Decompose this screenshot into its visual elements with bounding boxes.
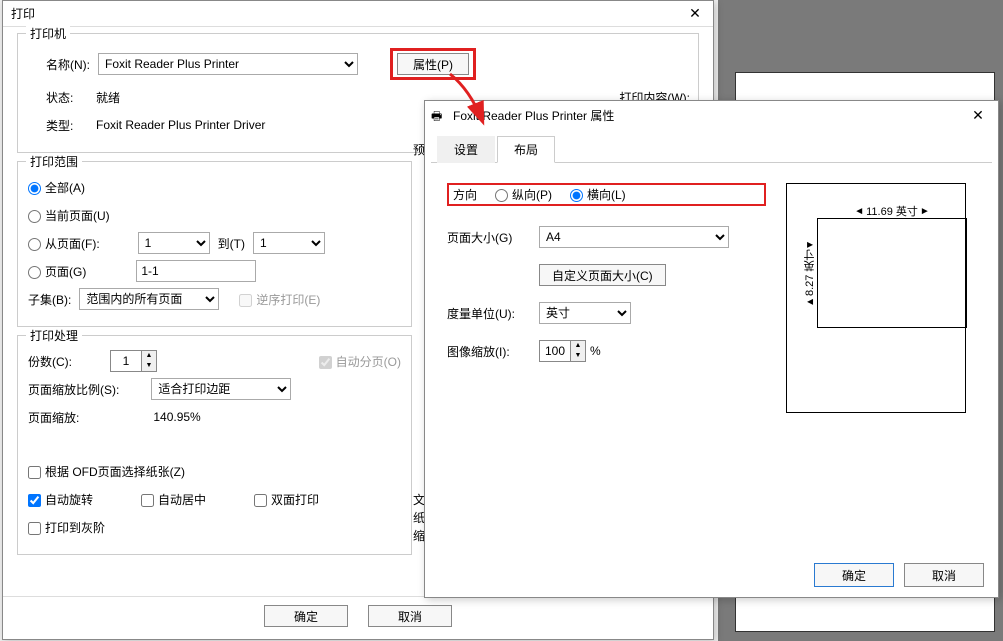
portrait-radio[interactable]: 纵向(P) (495, 186, 552, 203)
scale-label: 页面缩放比例(S): (28, 381, 119, 398)
to-page-select[interactable]: 1 (253, 232, 325, 254)
printer-icon: 🖶 (431, 107, 447, 123)
tab-layout[interactable]: 布局 (497, 136, 555, 163)
props-cancel-button[interactable]: 取消 (904, 563, 984, 587)
subset-select[interactable]: 范围内的所有页面 (79, 288, 219, 310)
range-group-title: 打印范围 (26, 153, 82, 170)
range-all[interactable]: 全部(A) (28, 179, 85, 196)
print-handling-group: 打印处理 份数(C): ▲▼ 自动分页(O) 页面缩放比例(S): 适合打印边距… (17, 335, 412, 555)
properties-button[interactable]: 属性(P) (397, 53, 469, 75)
print-range-group: 打印范围 全部(A) 当前页面(U) 从页面(F): 1 到(T) 1 页面(G… (17, 161, 412, 327)
print-close-button[interactable]: ✕ (681, 3, 709, 25)
props-ok-button[interactable]: 确定 (814, 563, 894, 587)
to-label: 到(T) (218, 235, 245, 252)
print-dialog-titlebar: 打印 ✕ (3, 1, 713, 27)
properties-dialog: 🖶 Foxit Reader Plus Printer 属性 ✕ 设置 布局 方… (424, 100, 999, 598)
from-page-select[interactable]: 1 (138, 232, 210, 254)
status-label: 状态: (46, 89, 88, 106)
handling-group-title: 打印处理 (26, 327, 82, 344)
type-value: Foxit Reader Plus Printer Driver (96, 118, 265, 132)
percent-label: % (590, 344, 601, 358)
pages-input[interactable] (136, 260, 256, 282)
props-tabs: 设置 布局 (431, 135, 992, 163)
zoom-value: 140.95% (153, 410, 200, 424)
printer-name-label: 名称(N): (46, 56, 90, 73)
auto-rotate-checkbox[interactable]: 自动旋转 (28, 491, 93, 508)
range-pages[interactable]: 页面(G) (28, 263, 86, 280)
ofd-paper-checkbox[interactable]: 根据 OFD页面选择纸张(Z) (28, 463, 185, 480)
unit-select[interactable]: 英寸 (539, 302, 631, 324)
print-ok-button[interactable]: 确定 (264, 605, 348, 627)
page-size-label: 页面大小(G) (447, 229, 535, 246)
props-title-text: Foxit Reader Plus Printer 属性 (453, 107, 614, 124)
print-dialog-title: 打印 (11, 5, 35, 22)
collate-checkbox[interactable]: 自动分页(O) (319, 353, 401, 370)
page-preview: ◄11.69 英寸► ►8.27 英寸◄ (786, 183, 966, 413)
props-close-button[interactable]: ✕ (964, 104, 992, 126)
reverse-checkbox[interactable]: 逆序打印(E) (239, 291, 320, 308)
custom-size-button[interactable]: 自定义页面大小(C) (539, 264, 666, 286)
copies-spinner[interactable]: ▲▼ (110, 350, 157, 372)
width-dimension: ◄11.69 英寸► (818, 203, 966, 219)
image-scale-label: 图像缩放(I): (447, 343, 535, 360)
print-gray-checkbox[interactable]: 打印到灰阶 (28, 519, 105, 536)
range-current[interactable]: 当前页面(U) (28, 207, 110, 224)
type-label: 类型: (46, 117, 88, 134)
copies-input[interactable] (111, 351, 141, 371)
copies-label: 份数(C): (28, 353, 72, 370)
status-value: 就绪 (96, 89, 120, 106)
orientation-label: 方向 (453, 186, 477, 203)
zoom-label: 页面缩放: (28, 409, 79, 426)
landscape-radio[interactable]: 横向(L) (570, 186, 626, 203)
subset-label: 子集(B): (28, 291, 71, 308)
height-dimension: ►8.27 英寸◄ (802, 219, 818, 327)
range-from[interactable]: 从页面(F): (28, 235, 100, 252)
page-size-select[interactable]: A4 (539, 226, 729, 248)
duplex-checkbox[interactable]: 双面打印 (254, 491, 319, 508)
image-scale-input[interactable] (540, 341, 570, 361)
preview-page-rect: ◄11.69 英寸► ►8.27 英寸◄ (817, 218, 967, 328)
unit-label: 度量单位(U): (447, 305, 535, 322)
auto-center-checkbox[interactable]: 自动居中 (141, 491, 206, 508)
printer-group-title: 打印机 (26, 25, 70, 42)
print-cancel-button[interactable]: 取消 (368, 605, 452, 627)
printer-name-select[interactable]: Foxit Reader Plus Printer (98, 53, 358, 75)
image-scale-spinner[interactable]: ▲▼ (539, 340, 586, 362)
copies-down[interactable]: ▼ (142, 361, 156, 371)
scale-down[interactable]: ▼ (571, 351, 585, 361)
copies-up[interactable]: ▲ (142, 351, 156, 361)
scale-select[interactable]: 适合打印边距 (151, 378, 291, 400)
props-titlebar: 🖶 Foxit Reader Plus Printer 属性 ✕ (425, 101, 998, 129)
tab-settings[interactable]: 设置 (437, 136, 495, 163)
orientation-highlight: 方向 纵向(P) 横向(L) (447, 183, 766, 206)
scale-up[interactable]: ▲ (571, 341, 585, 351)
